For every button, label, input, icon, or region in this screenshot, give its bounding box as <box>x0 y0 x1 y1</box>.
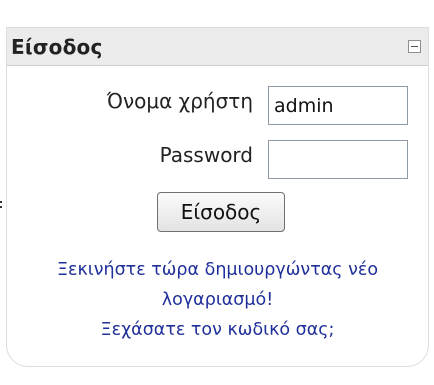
signup-link-line2[interactable]: λογαριασμό! <box>7 290 428 310</box>
username-input[interactable] <box>268 86 408 125</box>
login-block: Είσοδος Όνομα χρήστη Password Είσοδος Ξε… <box>6 27 429 367</box>
password-input[interactable] <box>268 140 408 179</box>
minus-icon <box>411 46 418 47</box>
username-label: Όνομα χρήστη <box>106 89 253 113</box>
login-button[interactable]: Είσοδος <box>157 192 285 232</box>
password-label: Password <box>159 143 253 167</box>
login-block-header: Είσοδος <box>7 28 428 66</box>
page: Είσοδος Όνομα χρήστη Password Είσοδος Ξε… <box>0 0 434 385</box>
collapse-icon[interactable] <box>408 40 421 53</box>
signup-link-line1[interactable]: Ξεκινήστε τώρα δημιουργώντας νέο <box>7 260 428 280</box>
login-block-title: Είσοδος <box>11 35 103 59</box>
edge-artifact <box>0 201 3 212</box>
forgot-password-link[interactable]: Ξεχάσατε τον κωδικό σας; <box>7 320 428 340</box>
